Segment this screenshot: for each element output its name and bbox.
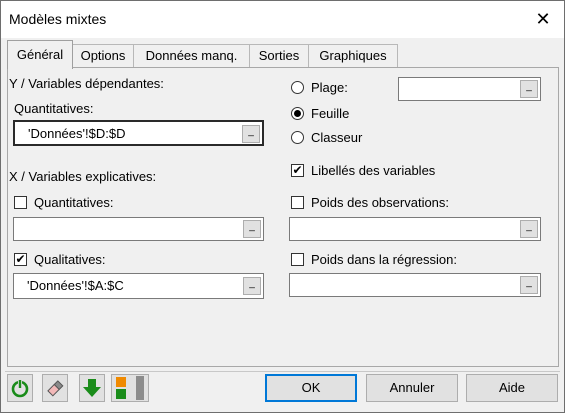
tab-general[interactable]: Général: [7, 40, 73, 69]
y-quantitatives-field[interactable]: 'Données'!$D:$D _: [13, 120, 264, 146]
reset-button[interactable]: [7, 374, 33, 402]
x-quantitatives-label: Quantitatives:: [34, 195, 114, 210]
x-variables-heading: X / Variables explicatives:: [9, 169, 157, 184]
eraser-button[interactable]: [42, 374, 68, 402]
y-variables-heading: Y / Variables dépendantes:: [9, 76, 164, 91]
range-select-button[interactable]: _: [243, 277, 261, 295]
plage-radio[interactable]: [291, 81, 304, 94]
cancel-button[interactable]: Annuler: [366, 374, 458, 402]
x-quantitatives-checkbox[interactable]: [14, 196, 27, 209]
poids-observations-checkbox[interactable]: [291, 196, 304, 209]
tab-label: Graphiques: [319, 48, 387, 63]
tab-label: Données manq.: [145, 48, 238, 63]
footer-divider: [5, 371, 560, 372]
feuille-radio[interactable]: [291, 107, 304, 120]
x-quantitatives-field[interactable]: _: [13, 217, 264, 241]
range-select-button[interactable]: _: [520, 80, 538, 98]
dialog-window: Modèles mixtes ✕ Général Options Données…: [0, 0, 565, 413]
poids-regression-label: Poids dans la régression:: [311, 252, 457, 267]
plage-field[interactable]: _: [398, 77, 541, 101]
poids-regression-field[interactable]: _: [289, 273, 541, 297]
poids-regression-checkbox[interactable]: [291, 253, 304, 266]
poids-observations-field[interactable]: _: [289, 217, 541, 241]
x-qualitatives-value: 'Données'!$A:$C: [27, 278, 124, 293]
eraser-icon: [47, 380, 64, 397]
tab-options[interactable]: Options: [72, 44, 134, 67]
help-button[interactable]: Aide: [466, 374, 558, 402]
tab-graphiques[interactable]: Graphiques: [308, 44, 398, 67]
y-quantitatives-label: Quantitatives:: [14, 101, 94, 116]
libelles-label: Libellés des variables: [311, 163, 436, 178]
classeur-label: Classeur: [311, 130, 363, 145]
download-arrow-icon: [83, 379, 101, 397]
download-button[interactable]: [79, 374, 105, 402]
y-quantitatives-value: 'Données'!$D:$D: [28, 126, 126, 141]
range-select-button[interactable]: _: [520, 220, 538, 238]
tab-label: Général: [16, 47, 64, 62]
layout-toggle-icon: [116, 376, 144, 400]
tab-label: Sorties: [258, 48, 300, 63]
ok-button[interactable]: OK: [265, 374, 357, 402]
range-select-button[interactable]: _: [520, 276, 538, 294]
title-bar: Modèles mixtes ✕: [1, 1, 564, 38]
range-select-button[interactable]: _: [242, 125, 260, 143]
tab-sorties[interactable]: Sorties: [249, 44, 309, 67]
tab-donnees-manq[interactable]: Données manq.: [133, 44, 250, 67]
libelles-checkbox[interactable]: ✔: [291, 164, 304, 177]
poids-observations-label: Poids des observations:: [311, 195, 450, 210]
x-qualitatives-field[interactable]: 'Données'!$A:$C _: [13, 273, 264, 299]
plage-label: Plage:: [311, 80, 348, 95]
x-qualitatives-checkbox[interactable]: ✔: [14, 253, 27, 266]
feuille-label: Feuille: [311, 106, 350, 121]
x-qualitatives-label: Qualitatives:: [34, 252, 106, 267]
classeur-radio[interactable]: [291, 131, 304, 144]
reset-icon: [11, 378, 29, 398]
layout-toggle-button[interactable]: [111, 374, 149, 402]
range-select-button[interactable]: _: [243, 220, 261, 238]
close-icon[interactable]: ✕: [529, 7, 557, 31]
window-title: Modèles mixtes: [9, 11, 107, 27]
tab-label: Options: [80, 48, 126, 63]
